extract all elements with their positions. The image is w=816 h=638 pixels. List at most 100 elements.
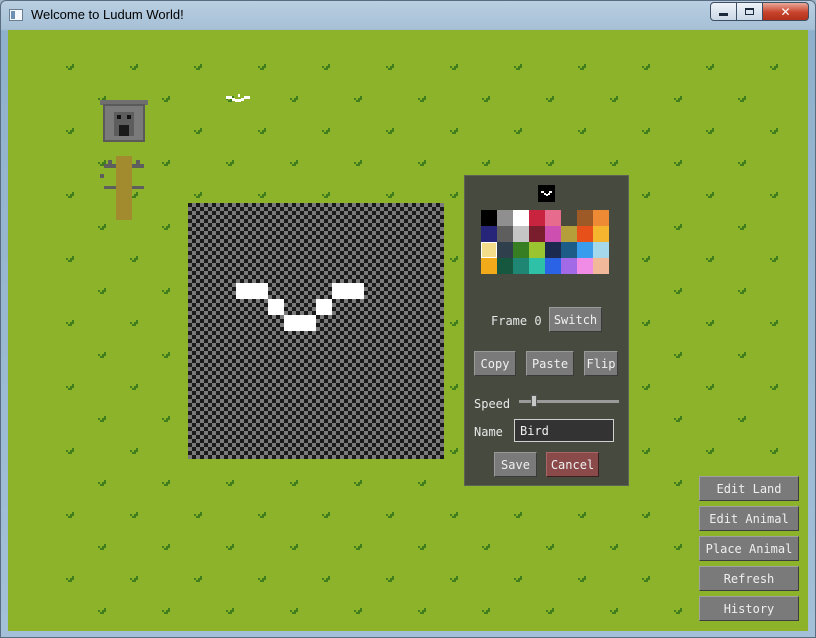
- grass-tuft: [770, 448, 778, 454]
- color-swatch[interactable]: [481, 210, 497, 226]
- grass-tuft: [386, 512, 394, 518]
- color-swatch[interactable]: [593, 226, 609, 242]
- color-swatch[interactable]: [497, 226, 513, 242]
- color-swatch[interactable]: [561, 242, 577, 258]
- grass-tuft: [162, 352, 170, 358]
- grass-tuft: [642, 128, 650, 134]
- color-swatch[interactable]: [545, 242, 561, 258]
- grass-tuft: [130, 512, 138, 518]
- paste-button[interactable]: Paste: [526, 351, 574, 376]
- color-swatch[interactable]: [513, 226, 529, 242]
- grass-tuft: [610, 96, 618, 102]
- color-swatch[interactable]: [561, 258, 577, 274]
- grass-tuft: [450, 128, 458, 134]
- grass-tuft: [706, 192, 714, 198]
- sprite-editor-canvas[interactable]: [188, 203, 444, 459]
- grass-tuft: [130, 320, 138, 326]
- grass-tuft: [514, 512, 522, 518]
- color-swatch[interactable]: [577, 210, 593, 226]
- grass-tuft: [290, 480, 298, 486]
- minimize-button[interactable]: [710, 2, 737, 21]
- app-window: Welcome to Ludum World! ✕ Frame 0 Switch…: [0, 0, 816, 638]
- world-view[interactable]: Frame 0 Switch Copy Paste Flip Speed Nam…: [8, 30, 808, 631]
- color-swatch[interactable]: [481, 242, 497, 258]
- place-animal-button[interactable]: Place Animal: [699, 536, 799, 561]
- grass-tuft: [226, 544, 234, 550]
- grass-tuft: [418, 480, 426, 486]
- grass-tuft: [418, 96, 426, 102]
- color-swatch[interactable]: [497, 210, 513, 226]
- grass-tuft: [610, 544, 618, 550]
- edit-land-button[interactable]: Edit Land: [699, 476, 799, 501]
- color-swatch[interactable]: [545, 210, 561, 226]
- color-swatch[interactable]: [593, 210, 609, 226]
- grass-tuft: [290, 544, 298, 550]
- color-swatch[interactable]: [513, 242, 529, 258]
- color-swatch[interactable]: [561, 226, 577, 242]
- color-swatch[interactable]: [545, 258, 561, 274]
- refresh-button[interactable]: Refresh: [699, 566, 799, 591]
- color-swatch[interactable]: [529, 242, 545, 258]
- title-bar[interactable]: Welcome to Ludum World! ✕: [1, 1, 815, 29]
- color-swatch[interactable]: [593, 258, 609, 274]
- grass-tuft: [194, 512, 202, 518]
- maximize-button[interactable]: [737, 2, 763, 21]
- grass-tuft: [706, 128, 714, 134]
- grass-tuft: [770, 192, 778, 198]
- grass-tuft: [66, 384, 74, 390]
- grass-tuft: [674, 416, 682, 422]
- color-swatch[interactable]: [481, 226, 497, 242]
- color-palette: [481, 210, 609, 274]
- grass-tuft: [98, 416, 106, 422]
- edit-animal-button[interactable]: Edit Animal: [699, 506, 799, 531]
- color-swatch[interactable]: [577, 242, 593, 258]
- color-swatch[interactable]: [529, 226, 545, 242]
- grass-tuft: [130, 384, 138, 390]
- flip-button[interactable]: Flip: [584, 351, 618, 376]
- speed-slider-handle[interactable]: [531, 395, 537, 407]
- color-swatch[interactable]: [577, 258, 593, 274]
- close-button[interactable]: ✕: [763, 2, 809, 21]
- grass-tuft: [642, 64, 650, 70]
- grass-tuft: [450, 192, 458, 198]
- save-button[interactable]: Save: [494, 452, 537, 477]
- grass-tuft: [738, 288, 746, 294]
- copy-button[interactable]: Copy: [474, 351, 516, 376]
- grass-tuft: [258, 576, 266, 582]
- grass-tuft: [450, 512, 458, 518]
- grass-tuft: [162, 288, 170, 294]
- grass-tuft: [418, 544, 426, 550]
- color-swatch[interactable]: [561, 210, 577, 226]
- grass-tuft: [482, 96, 490, 102]
- grass-tuft: [674, 608, 682, 614]
- color-swatch[interactable]: [529, 210, 545, 226]
- color-swatch[interactable]: [513, 258, 529, 274]
- grass-tuft: [290, 96, 298, 102]
- grass-tuft: [386, 576, 394, 582]
- color-swatch[interactable]: [481, 258, 497, 274]
- grass-tuft: [194, 64, 202, 70]
- app-icon: [9, 9, 23, 21]
- switch-button[interactable]: Switch: [549, 307, 602, 332]
- name-input[interactable]: [514, 419, 614, 442]
- grass-tuft: [770, 320, 778, 326]
- speed-slider[interactable]: [519, 395, 619, 407]
- color-swatch[interactable]: [529, 258, 545, 274]
- color-swatch[interactable]: [497, 258, 513, 274]
- grass-tuft: [706, 64, 714, 70]
- grass-tuft: [162, 160, 170, 166]
- grass-tuft: [98, 608, 106, 614]
- tree-icon[interactable]: [100, 156, 148, 220]
- grass-tuft: [194, 128, 202, 134]
- grass-tuft: [322, 192, 330, 198]
- cancel-button[interactable]: Cancel: [546, 452, 599, 477]
- color-swatch[interactable]: [577, 226, 593, 242]
- color-swatch[interactable]: [593, 242, 609, 258]
- grass-tuft: [226, 480, 234, 486]
- color-swatch[interactable]: [545, 226, 561, 242]
- color-swatch[interactable]: [513, 210, 529, 226]
- history-button[interactable]: History: [699, 596, 799, 621]
- castle-icon[interactable]: [100, 100, 148, 144]
- bird-icon[interactable]: [226, 94, 258, 102]
- color-swatch[interactable]: [497, 242, 513, 258]
